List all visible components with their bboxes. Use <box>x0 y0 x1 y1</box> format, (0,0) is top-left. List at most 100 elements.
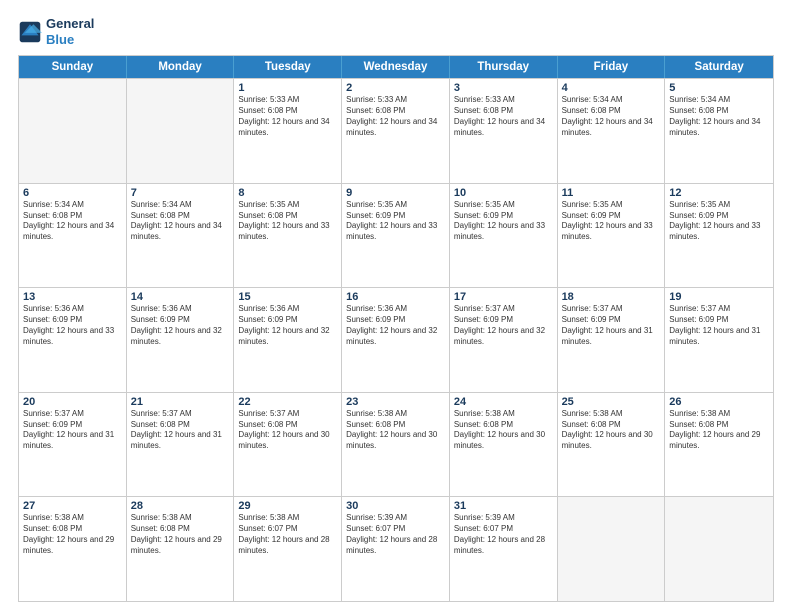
page-header: General Blue <box>18 16 774 47</box>
logo-text: General Blue <box>46 16 94 47</box>
day-number: 25 <box>562 396 661 408</box>
day-info: Sunrise: 5:38 AMSunset: 6:08 PMDaylight:… <box>562 409 661 452</box>
cal-cell <box>19 79 127 183</box>
day-info: Sunrise: 5:37 AMSunset: 6:08 PMDaylight:… <box>131 409 230 452</box>
day-header-saturday: Saturday <box>665 56 773 78</box>
day-number: 4 <box>562 82 661 94</box>
cal-cell: 28Sunrise: 5:38 AMSunset: 6:08 PMDayligh… <box>127 497 235 601</box>
day-number: 16 <box>346 291 445 303</box>
week-row-2: 6Sunrise: 5:34 AMSunset: 6:08 PMDaylight… <box>19 183 773 288</box>
day-info: Sunrise: 5:37 AMSunset: 6:09 PMDaylight:… <box>669 304 769 347</box>
day-info: Sunrise: 5:39 AMSunset: 6:07 PMDaylight:… <box>346 513 445 556</box>
day-number: 20 <box>23 396 122 408</box>
day-info: Sunrise: 5:37 AMSunset: 6:08 PMDaylight:… <box>238 409 337 452</box>
day-info: Sunrise: 5:38 AMSunset: 6:07 PMDaylight:… <box>238 513 337 556</box>
cal-cell: 14Sunrise: 5:36 AMSunset: 6:09 PMDayligh… <box>127 288 235 392</box>
day-number: 30 <box>346 500 445 512</box>
day-info: Sunrise: 5:35 AMSunset: 6:09 PMDaylight:… <box>454 200 553 243</box>
day-header-tuesday: Tuesday <box>234 56 342 78</box>
cal-cell: 2Sunrise: 5:33 AMSunset: 6:08 PMDaylight… <box>342 79 450 183</box>
day-info: Sunrise: 5:39 AMSunset: 6:07 PMDaylight:… <box>454 513 553 556</box>
cal-cell: 9Sunrise: 5:35 AMSunset: 6:09 PMDaylight… <box>342 184 450 288</box>
day-info: Sunrise: 5:37 AMSunset: 6:09 PMDaylight:… <box>454 304 553 347</box>
day-info: Sunrise: 5:36 AMSunset: 6:09 PMDaylight:… <box>131 304 230 347</box>
day-number: 29 <box>238 500 337 512</box>
day-number: 27 <box>23 500 122 512</box>
day-info: Sunrise: 5:35 AMSunset: 6:09 PMDaylight:… <box>669 200 769 243</box>
cal-cell: 16Sunrise: 5:36 AMSunset: 6:09 PMDayligh… <box>342 288 450 392</box>
day-info: Sunrise: 5:38 AMSunset: 6:08 PMDaylight:… <box>23 513 122 556</box>
day-number: 5 <box>669 82 769 94</box>
day-number: 15 <box>238 291 337 303</box>
cal-cell: 21Sunrise: 5:37 AMSunset: 6:08 PMDayligh… <box>127 393 235 497</box>
day-info: Sunrise: 5:38 AMSunset: 6:08 PMDaylight:… <box>346 409 445 452</box>
day-info: Sunrise: 5:36 AMSunset: 6:09 PMDaylight:… <box>238 304 337 347</box>
cal-cell: 25Sunrise: 5:38 AMSunset: 6:08 PMDayligh… <box>558 393 666 497</box>
day-number: 13 <box>23 291 122 303</box>
day-info: Sunrise: 5:34 AMSunset: 6:08 PMDaylight:… <box>23 200 122 243</box>
cal-cell: 5Sunrise: 5:34 AMSunset: 6:08 PMDaylight… <box>665 79 773 183</box>
cal-cell: 24Sunrise: 5:38 AMSunset: 6:08 PMDayligh… <box>450 393 558 497</box>
day-number: 23 <box>346 396 445 408</box>
day-info: Sunrise: 5:35 AMSunset: 6:09 PMDaylight:… <box>346 200 445 243</box>
day-header-wednesday: Wednesday <box>342 56 450 78</box>
calendar-body: 1Sunrise: 5:33 AMSunset: 6:08 PMDaylight… <box>19 78 773 601</box>
cal-cell <box>127 79 235 183</box>
day-number: 22 <box>238 396 337 408</box>
cal-cell: 1Sunrise: 5:33 AMSunset: 6:08 PMDaylight… <box>234 79 342 183</box>
day-number: 31 <box>454 500 553 512</box>
day-number: 1 <box>238 82 337 94</box>
cal-cell: 19Sunrise: 5:37 AMSunset: 6:09 PMDayligh… <box>665 288 773 392</box>
day-header-friday: Friday <box>558 56 666 78</box>
cal-cell <box>558 497 666 601</box>
day-header-monday: Monday <box>127 56 235 78</box>
day-header-sunday: Sunday <box>19 56 127 78</box>
day-info: Sunrise: 5:33 AMSunset: 6:08 PMDaylight:… <box>454 95 553 138</box>
day-number: 9 <box>346 187 445 199</box>
cal-cell: 22Sunrise: 5:37 AMSunset: 6:08 PMDayligh… <box>234 393 342 497</box>
cal-cell: 15Sunrise: 5:36 AMSunset: 6:09 PMDayligh… <box>234 288 342 392</box>
calendar: SundayMondayTuesdayWednesdayThursdayFrid… <box>18 55 774 602</box>
day-info: Sunrise: 5:34 AMSunset: 6:08 PMDaylight:… <box>669 95 769 138</box>
day-number: 26 <box>669 396 769 408</box>
day-info: Sunrise: 5:38 AMSunset: 6:08 PMDaylight:… <box>131 513 230 556</box>
cal-cell: 10Sunrise: 5:35 AMSunset: 6:09 PMDayligh… <box>450 184 558 288</box>
day-info: Sunrise: 5:34 AMSunset: 6:08 PMDaylight:… <box>131 200 230 243</box>
day-number: 21 <box>131 396 230 408</box>
day-number: 17 <box>454 291 553 303</box>
cal-cell: 17Sunrise: 5:37 AMSunset: 6:09 PMDayligh… <box>450 288 558 392</box>
cal-cell: 27Sunrise: 5:38 AMSunset: 6:08 PMDayligh… <box>19 497 127 601</box>
day-info: Sunrise: 5:35 AMSunset: 6:09 PMDaylight:… <box>562 200 661 243</box>
cal-cell <box>665 497 773 601</box>
day-number: 14 <box>131 291 230 303</box>
cal-cell: 11Sunrise: 5:35 AMSunset: 6:09 PMDayligh… <box>558 184 666 288</box>
cal-cell: 20Sunrise: 5:37 AMSunset: 6:09 PMDayligh… <box>19 393 127 497</box>
day-number: 8 <box>238 187 337 199</box>
cal-cell: 29Sunrise: 5:38 AMSunset: 6:07 PMDayligh… <box>234 497 342 601</box>
cal-cell: 26Sunrise: 5:38 AMSunset: 6:08 PMDayligh… <box>665 393 773 497</box>
day-number: 6 <box>23 187 122 199</box>
day-number: 11 <box>562 187 661 199</box>
day-info: Sunrise: 5:38 AMSunset: 6:08 PMDaylight:… <box>669 409 769 452</box>
day-info: Sunrise: 5:35 AMSunset: 6:08 PMDaylight:… <box>238 200 337 243</box>
day-header-thursday: Thursday <box>450 56 558 78</box>
day-number: 2 <box>346 82 445 94</box>
day-info: Sunrise: 5:33 AMSunset: 6:08 PMDaylight:… <box>238 95 337 138</box>
week-row-5: 27Sunrise: 5:38 AMSunset: 6:08 PMDayligh… <box>19 496 773 601</box>
day-info: Sunrise: 5:37 AMSunset: 6:09 PMDaylight:… <box>23 409 122 452</box>
day-number: 18 <box>562 291 661 303</box>
cal-cell: 7Sunrise: 5:34 AMSunset: 6:08 PMDaylight… <box>127 184 235 288</box>
day-number: 19 <box>669 291 769 303</box>
day-number: 12 <box>669 187 769 199</box>
day-info: Sunrise: 5:34 AMSunset: 6:08 PMDaylight:… <box>562 95 661 138</box>
cal-cell: 6Sunrise: 5:34 AMSunset: 6:08 PMDaylight… <box>19 184 127 288</box>
week-row-3: 13Sunrise: 5:36 AMSunset: 6:09 PMDayligh… <box>19 287 773 392</box>
day-info: Sunrise: 5:38 AMSunset: 6:08 PMDaylight:… <box>454 409 553 452</box>
cal-cell: 13Sunrise: 5:36 AMSunset: 6:09 PMDayligh… <box>19 288 127 392</box>
day-info: Sunrise: 5:33 AMSunset: 6:08 PMDaylight:… <box>346 95 445 138</box>
cal-cell: 4Sunrise: 5:34 AMSunset: 6:08 PMDaylight… <box>558 79 666 183</box>
logo-icon <box>18 20 42 44</box>
cal-cell: 18Sunrise: 5:37 AMSunset: 6:09 PMDayligh… <box>558 288 666 392</box>
day-info: Sunrise: 5:37 AMSunset: 6:09 PMDaylight:… <box>562 304 661 347</box>
day-info: Sunrise: 5:36 AMSunset: 6:09 PMDaylight:… <box>23 304 122 347</box>
